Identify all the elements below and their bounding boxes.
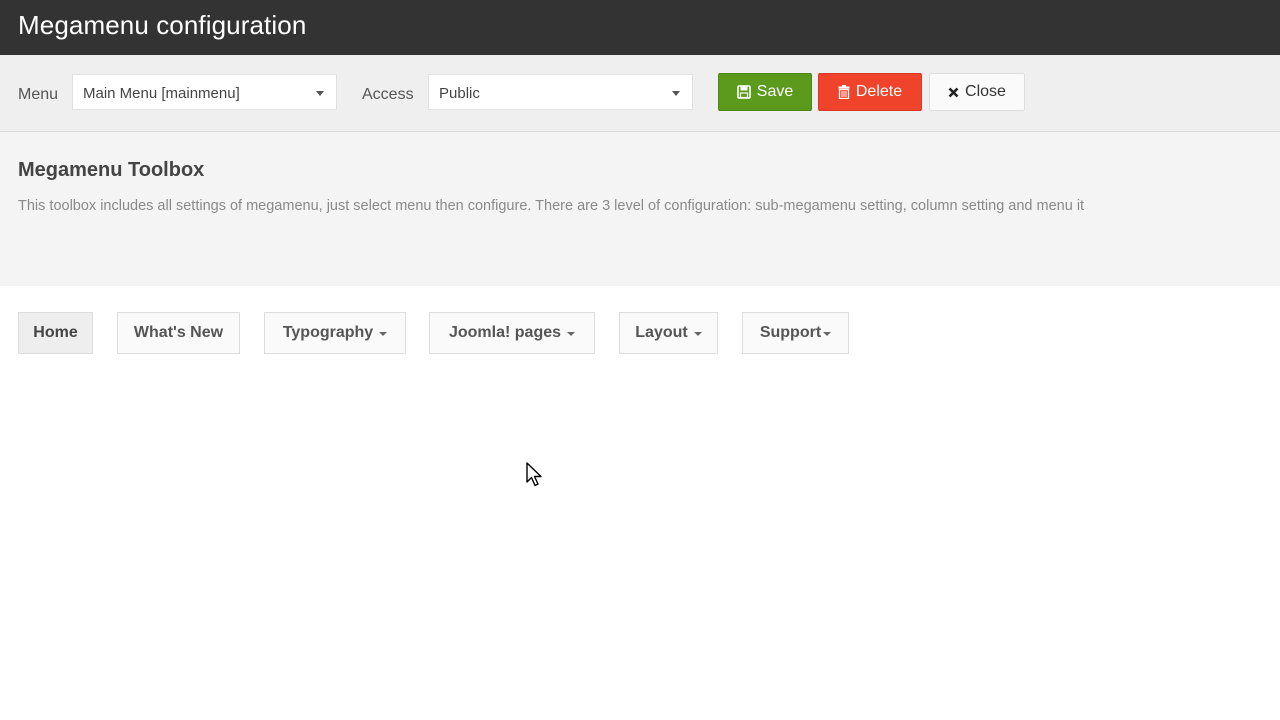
access-label: Access (362, 86, 414, 103)
nav-item-label: Home (33, 324, 78, 341)
caret-down-icon (567, 331, 576, 336)
toolbar: Menu Main Menu [mainmenu] Access Public … (0, 55, 1280, 132)
nav-item-joomla-pages[interactable]: Joomla! pages (429, 312, 595, 354)
nav-item-whats-new[interactable]: What's New (117, 312, 240, 354)
save-icon (736, 85, 751, 99)
nav-item-label: Joomla! pages (448, 324, 562, 341)
nav-item-label: What's New (133, 324, 224, 341)
nav-item-label: Typography (282, 324, 374, 341)
caret-down-icon (672, 91, 680, 96)
close-button-label: Close (965, 83, 1006, 100)
close-icon (948, 87, 959, 98)
trash-icon (838, 85, 850, 99)
megamenu-toolbox: Megamenu Toolbox This toolbox includes a… (0, 132, 1280, 286)
caret-down-icon (693, 331, 702, 336)
caret-down-icon (316, 91, 324, 96)
nav-item-label: Support (759, 324, 822, 341)
nav-item-home[interactable]: Home (18, 312, 93, 354)
toolbox-description: This toolbox includes all settings of me… (18, 198, 1085, 214)
delete-button-label: Delete (855, 83, 903, 100)
mouse-cursor-icon (526, 462, 544, 493)
page-title: Megamenu configuration (18, 10, 307, 40)
nav-item-typography[interactable]: Typography (264, 312, 406, 354)
caret-down-icon (379, 331, 388, 336)
menu-select[interactable]: Main Menu [mainmenu] (72, 74, 337, 110)
nav-item-support[interactable]: Support (742, 312, 849, 354)
delete-button[interactable]: Delete (818, 73, 922, 111)
access-select-value: Public (439, 85, 480, 102)
caret-down-icon (823, 331, 832, 336)
nav-item-label: Layout (635, 324, 688, 341)
title-bar: Megamenu configuration (0, 0, 1280, 55)
close-button[interactable]: Close (929, 73, 1025, 111)
menu-select-value: Main Menu [mainmenu] (83, 85, 240, 102)
access-select[interactable]: Public (428, 74, 693, 110)
menu-label: Menu (18, 86, 59, 103)
toolbox-heading: Megamenu Toolbox (18, 159, 205, 181)
nav-item-layout[interactable]: Layout (619, 312, 718, 354)
save-button-label: Save (756, 83, 794, 100)
save-button[interactable]: Save (718, 73, 812, 111)
